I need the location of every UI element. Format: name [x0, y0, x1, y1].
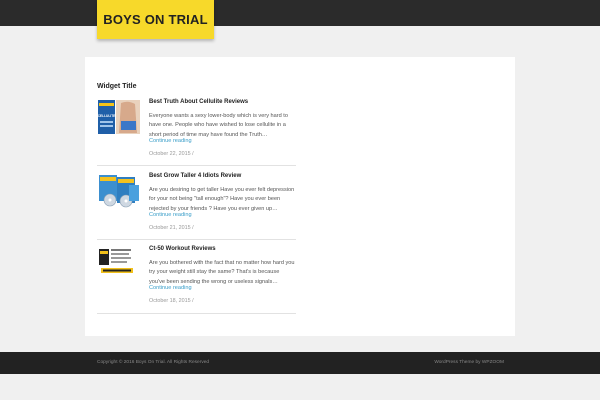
post-excerpt: Are you bothered with the fact that no m…	[149, 260, 295, 285]
post-divider	[97, 239, 296, 240]
post-item: CELLULITE Best Truth About Cellulite Rev…	[97, 99, 296, 159]
post-divider	[97, 165, 296, 166]
copyright-text: Copyright © 2016 Boys On Trial. All Righ…	[97, 360, 210, 365]
top-bar	[0, 0, 600, 26]
site-title[interactable]: BOYS ON TRIAL	[103, 12, 207, 27]
grow-taller-product-thumbnail[interactable]	[97, 173, 141, 209]
post-divider	[97, 313, 296, 314]
ct50-workout-thumbnail[interactable]	[97, 246, 141, 282]
continue-reading-link[interactable]: Continue reading	[149, 138, 192, 144]
post-excerpt: Are you desiring to get taller Have you …	[149, 187, 295, 212]
continue-reading-link[interactable]: Continue reading	[149, 212, 192, 218]
post-date: October 22, 2015 /	[149, 151, 194, 157]
cellulite-book-thumbnail[interactable]: CELLULITE	[97, 99, 141, 135]
site-footer: Copyright © 2016 Boys On Trial. All Righ…	[0, 352, 600, 374]
post-item: Best Grow Taller 4 Idiots Review Are you…	[97, 173, 296, 233]
theme-credit-link[interactable]: WordPress Theme by WPZOOM	[434, 360, 504, 365]
post-title[interactable]: Best Truth About Cellulite Reviews	[149, 99, 248, 105]
post-date: October 18, 2015 /	[149, 298, 194, 304]
post-excerpt: Everyone wants a sexy lower-body which i…	[149, 113, 288, 138]
post-date: October 21, 2015 /	[149, 225, 194, 231]
post-title[interactable]: Ct-50 Workout Reviews	[149, 246, 216, 252]
post-title[interactable]: Best Grow Taller 4 Idiots Review	[149, 173, 241, 179]
widget-title: Widget Title	[97, 83, 137, 90]
post-item: Ct-50 Workout Reviews Are you bothered w…	[97, 246, 296, 306]
thumb-label: CELLULITE	[98, 114, 116, 118]
continue-reading-link[interactable]: Continue reading	[149, 285, 192, 291]
site-logo[interactable]: BOYS ON TRIAL	[97, 0, 214, 39]
